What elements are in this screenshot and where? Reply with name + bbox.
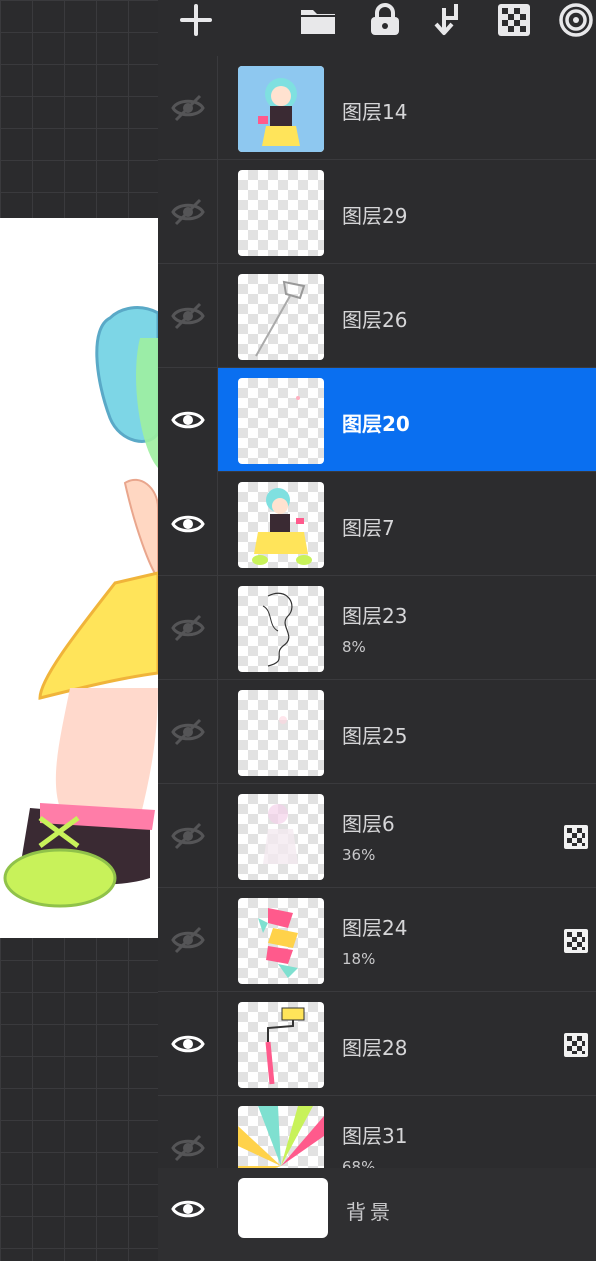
- add-icon[interactable]: [176, 2, 216, 38]
- layer-opacity: 68%: [342, 1158, 376, 1168]
- layer-name: 图层20: [342, 412, 410, 436]
- layer-name: 图层14: [342, 100, 408, 124]
- eye-icon: [171, 1035, 205, 1053]
- layer-name: 图层31: [342, 1124, 408, 1148]
- eye-icon[interactable]: [170, 1194, 206, 1224]
- layer-row[interactable]: 图层24 18%: [158, 888, 596, 992]
- checkerboard-icon[interactable]: [564, 825, 588, 849]
- layer-thumbnail: [238, 794, 324, 880]
- eye-icon: [171, 411, 205, 429]
- layer-row[interactable]: 图层6 36%: [158, 784, 596, 888]
- layer-name: 图层23: [342, 604, 408, 628]
- layer-thumbnail: [238, 586, 324, 672]
- layer-name: 图层7: [342, 516, 395, 540]
- layer-opacity: 18%: [342, 950, 376, 968]
- eye-hidden-icon: [171, 302, 205, 330]
- layer-thumbnail: [238, 898, 324, 984]
- eye-hidden-icon: [171, 822, 205, 850]
- layer-opacity: 8%: [342, 638, 366, 656]
- layer-row[interactable]: 图层14: [158, 56, 596, 160]
- visibility-toggle[interactable]: [158, 264, 218, 368]
- layer-row[interactable]: 图层7: [158, 472, 596, 576]
- layer-row[interactable]: 图层29: [158, 160, 596, 264]
- background-layer-name: 背景: [346, 1200, 394, 1224]
- layer-opacity: 36%: [342, 846, 376, 864]
- layer-thumbnail: [238, 66, 324, 152]
- layer-thumbnail: [238, 690, 324, 776]
- layer-row[interactable]: 图层23 8%: [158, 576, 596, 680]
- eye-hidden-icon: [171, 1134, 205, 1162]
- layer-name: 图层24: [342, 916, 408, 940]
- character-artwork: [3, 306, 158, 908]
- layer-thumbnail: [238, 170, 324, 256]
- background-layer-row[interactable]: 背景: [158, 1168, 596, 1261]
- layer-name: 图层28: [342, 1036, 408, 1060]
- layer-name: 图层26: [342, 308, 408, 332]
- visibility-toggle[interactable]: [158, 368, 218, 472]
- eye-hidden-icon: [171, 718, 205, 746]
- lock-icon[interactable]: [365, 2, 405, 38]
- eye-hidden-icon: [171, 614, 205, 642]
- layer-thumbnail: [238, 274, 324, 360]
- layer-row[interactable]: 图层26: [158, 264, 596, 368]
- merge-down-icon[interactable]: [430, 2, 470, 38]
- layers-toolbar: [0, 0, 596, 56]
- layer-name: 图层25: [342, 724, 408, 748]
- target-icon[interactable]: [556, 2, 596, 38]
- layer-thumbnail: [238, 1106, 324, 1168]
- checkerboard-icon[interactable]: [564, 929, 588, 953]
- visibility-toggle[interactable]: [158, 784, 218, 888]
- visibility-toggle[interactable]: [158, 56, 218, 160]
- eye-hidden-icon: [171, 198, 205, 226]
- folder-icon[interactable]: [298, 2, 338, 38]
- layers-list[interactable]: 图层14 图层29 图层26 图层20 图层7 图层23 8% 图层25 图层6…: [158, 56, 596, 1168]
- checkerboard-icon[interactable]: [564, 1033, 588, 1057]
- visibility-toggle[interactable]: [158, 680, 218, 784]
- layer-thumbnail: [238, 482, 324, 568]
- layer-row[interactable]: 图层28: [158, 992, 596, 1096]
- layer-thumbnail: [238, 1002, 324, 1088]
- layer-row-selected[interactable]: 图层20: [158, 368, 596, 472]
- layer-row[interactable]: 图层31 68%: [158, 1096, 596, 1168]
- layer-name: 图层6: [342, 812, 395, 836]
- visibility-toggle[interactable]: [158, 160, 218, 264]
- checkerboard-icon[interactable]: [494, 2, 534, 38]
- eye-icon: [171, 515, 205, 533]
- visibility-toggle[interactable]: [158, 576, 218, 680]
- layer-row[interactable]: 图层25: [158, 680, 596, 784]
- layer-thumbnail: [238, 378, 324, 464]
- artwork-canvas[interactable]: [0, 218, 158, 938]
- background-color-swatch[interactable]: [238, 1178, 328, 1238]
- layer-name: 图层29: [342, 204, 408, 228]
- visibility-toggle[interactable]: [158, 472, 218, 576]
- eye-hidden-icon: [171, 926, 205, 954]
- eye-hidden-icon: [171, 94, 205, 122]
- visibility-toggle[interactable]: [158, 1096, 218, 1168]
- visibility-toggle[interactable]: [158, 992, 218, 1096]
- visibility-toggle[interactable]: [158, 888, 218, 992]
